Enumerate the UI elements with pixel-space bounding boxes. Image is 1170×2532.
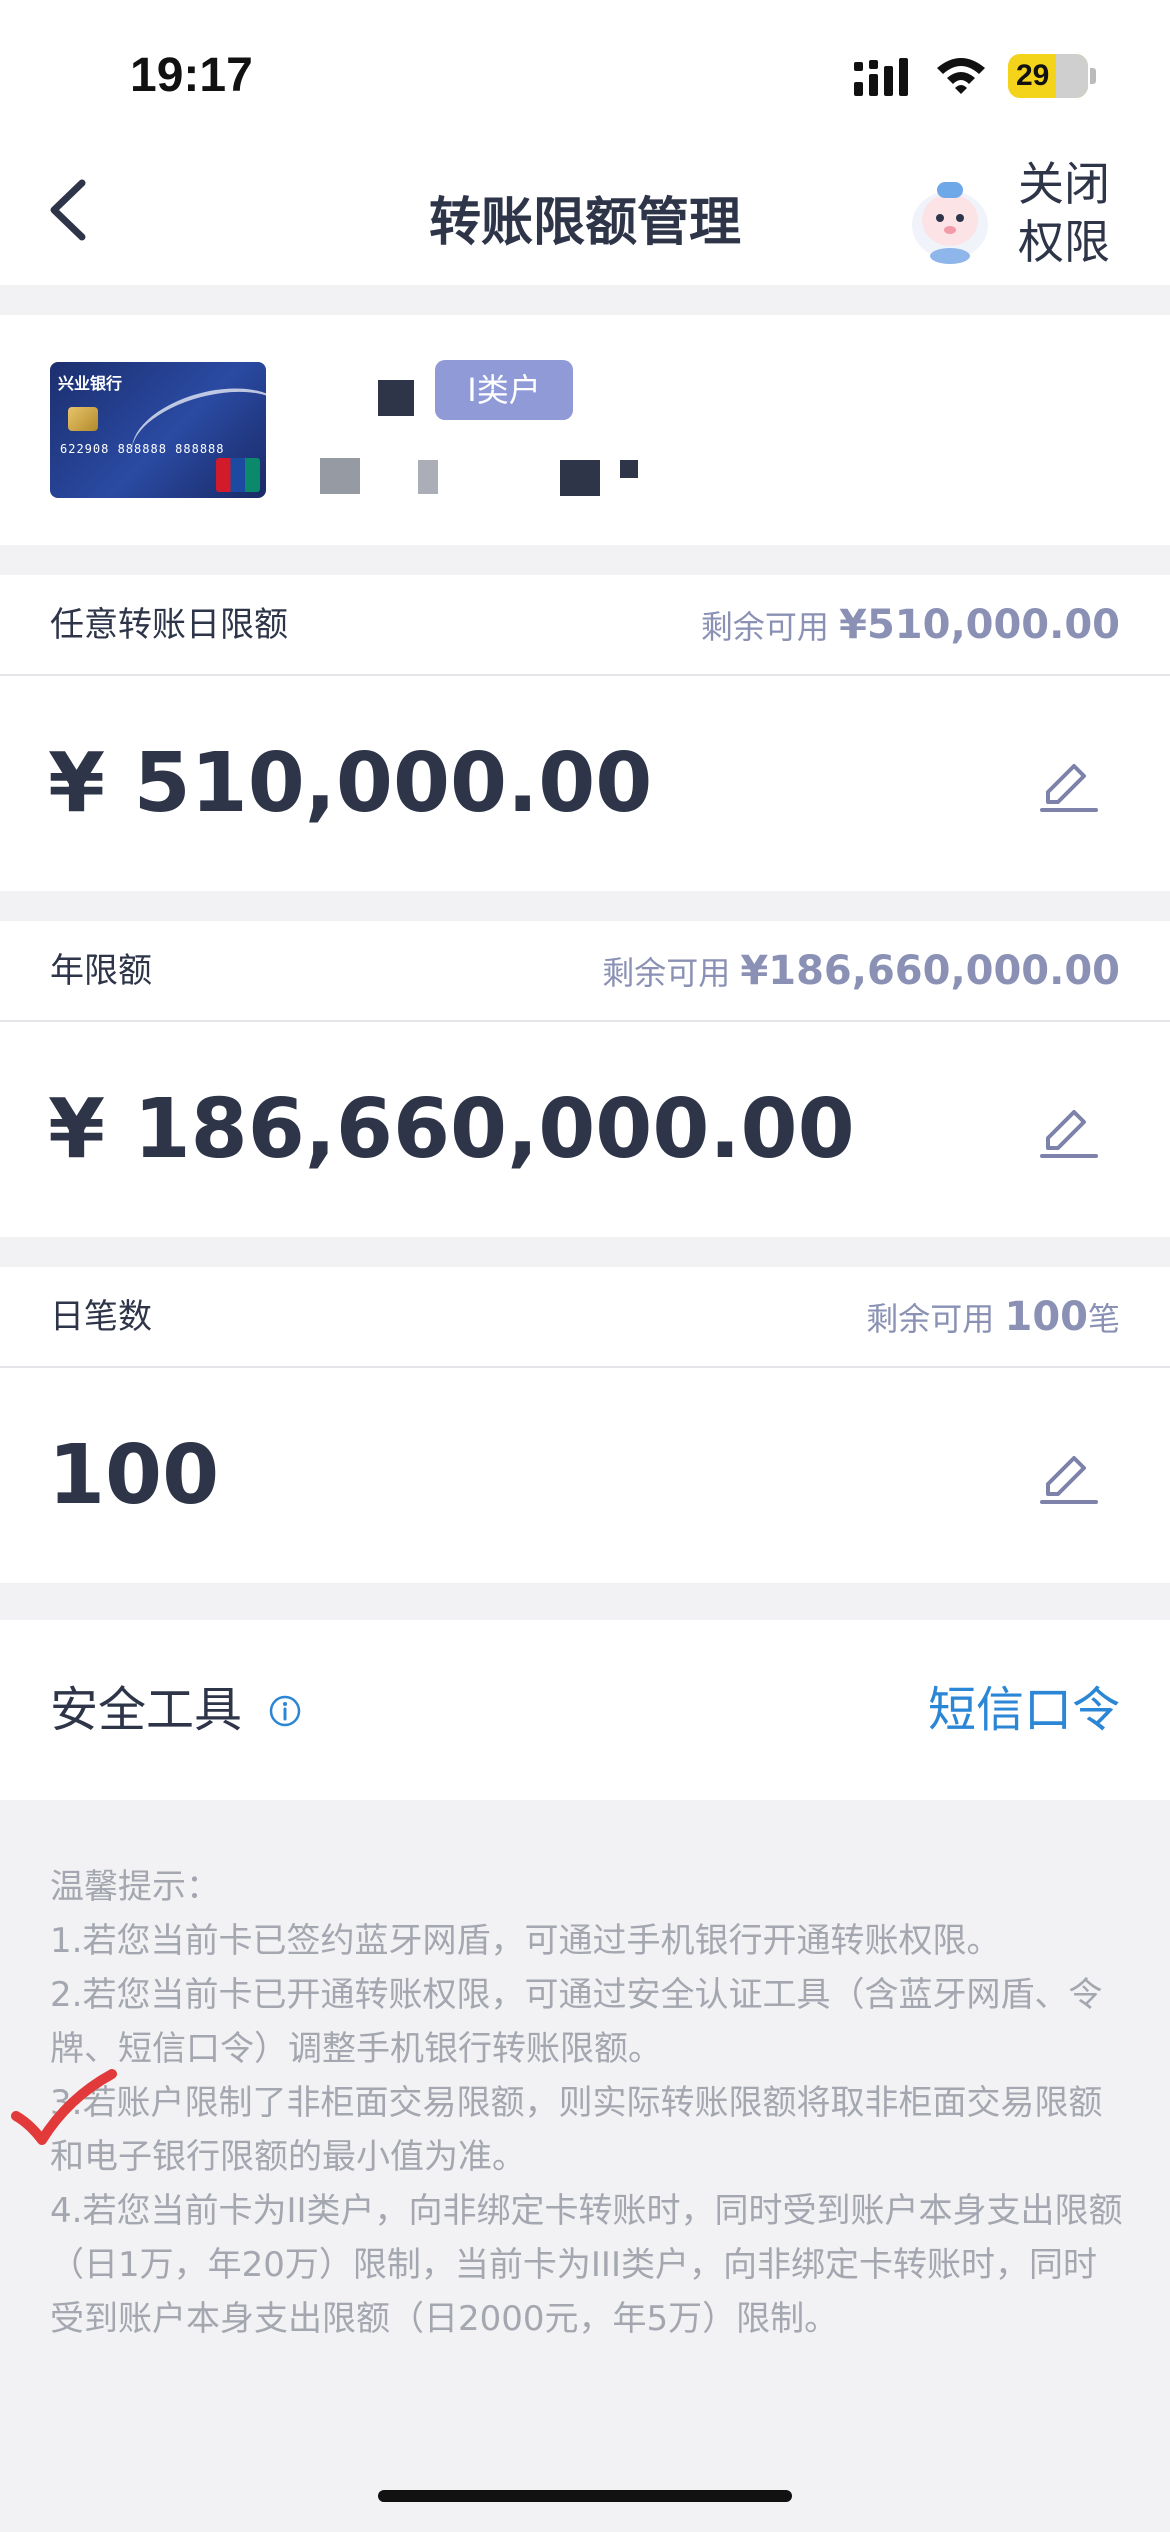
tip-item: 2.若您当前卡已开通转账权限，可通过安全认证工具（含蓝牙网盾、令牌、短信口令）调… — [50, 1975, 1103, 2069]
home-indicator — [378, 2490, 792, 2502]
limit-amount: ¥ 186,660,000.00 — [48, 1082, 855, 1177]
edit-pencil-icon[interactable] — [1038, 1446, 1098, 1506]
tips-title: 温馨提示： — [50, 1867, 220, 1907]
limit-remaining: 剩余可用 ¥186,660,000.00 — [602, 948, 1120, 994]
redacted-block — [320, 458, 360, 494]
battery-icon: 29 — [1008, 54, 1088, 98]
tip-item: 1.若您当前卡已签约蓝牙网盾，可通过手机银行开通转账权限。 — [50, 1921, 1001, 1961]
card-bank-name: 兴业银行 — [58, 374, 123, 393]
tip-item: 3.若账户限制了非柜面交易限额，则实际转账限额将取非柜面交易限额和电子银行限额的… — [50, 2083, 1103, 2177]
daily-transfer-limit-row[interactable]: ¥ 510,000.00 — [0, 676, 1170, 891]
info-icon[interactable] — [268, 1694, 302, 1728]
daily-count-row[interactable]: 100 — [0, 1368, 1170, 1583]
tips-section: 温馨提示： 1.若您当前卡已签约蓝牙网盾，可通过手机银行开通转账权限。 2.若您… — [50, 1860, 1125, 2346]
account-type-badge: I类户 — [435, 360, 573, 420]
limit-remaining: 剩余可用 ¥510,000.00 — [700, 602, 1120, 648]
bank-card-image: 兴业银行 622908 888888 888888 — [50, 362, 266, 498]
limit-amount: ¥ 510,000.00 — [48, 736, 653, 831]
security-tool-row[interactable]: 安全工具 短信口令 — [0, 1620, 1170, 1800]
battery-cap — [1090, 68, 1096, 84]
edit-pencil-icon[interactable] — [1038, 754, 1098, 814]
limit-amount: 100 — [48, 1428, 220, 1523]
mascot-avatar-icon[interactable] — [905, 170, 995, 265]
red-checkmark-annotation — [11, 2069, 117, 2145]
wifi-icon — [937, 58, 985, 94]
status-time: 19:17 — [130, 49, 253, 102]
redacted-block — [378, 380, 414, 416]
limit-label: 日笔数 — [50, 1297, 152, 1337]
edit-pencil-icon[interactable] — [1038, 1100, 1098, 1160]
close-permission-button[interactable]: 关闭权限 — [1018, 155, 1138, 271]
security-tool-value[interactable]: 短信口令 — [928, 1620, 1120, 1800]
redacted-block — [418, 460, 438, 494]
card-number: 622908 888888 888888 — [60, 442, 225, 456]
limit-label: 任意转账日限额 — [50, 605, 288, 645]
card-chip — [68, 407, 98, 431]
daily-count-header: 日笔数 剩余可用 100笔 — [0, 1267, 1170, 1367]
annual-limit-header: 年限额 剩余可用 ¥186,660,000.00 — [0, 921, 1170, 1021]
redacted-block — [560, 460, 600, 496]
limit-remaining: 剩余可用 100笔 — [866, 1294, 1120, 1340]
battery-level: 29 — [1016, 59, 1050, 92]
redacted-block — [620, 460, 638, 478]
security-tool-label: 安全工具 — [50, 1682, 243, 1738]
daily-transfer-limit-header: 任意转账日限额 剩余可用 ¥510,000.00 — [0, 575, 1170, 675]
unionpay-logo-icon — [216, 458, 260, 492]
cellular-signal-icon — [854, 58, 908, 96]
tip-item: 4.若您当前卡为II类户，向非绑定卡转账时，同时受到账户本身支出限额（日1万，年… — [50, 2191, 1123, 2339]
limit-label: 年限额 — [50, 951, 152, 991]
annual-limit-row[interactable]: ¥ 186,660,000.00 — [0, 1022, 1170, 1237]
